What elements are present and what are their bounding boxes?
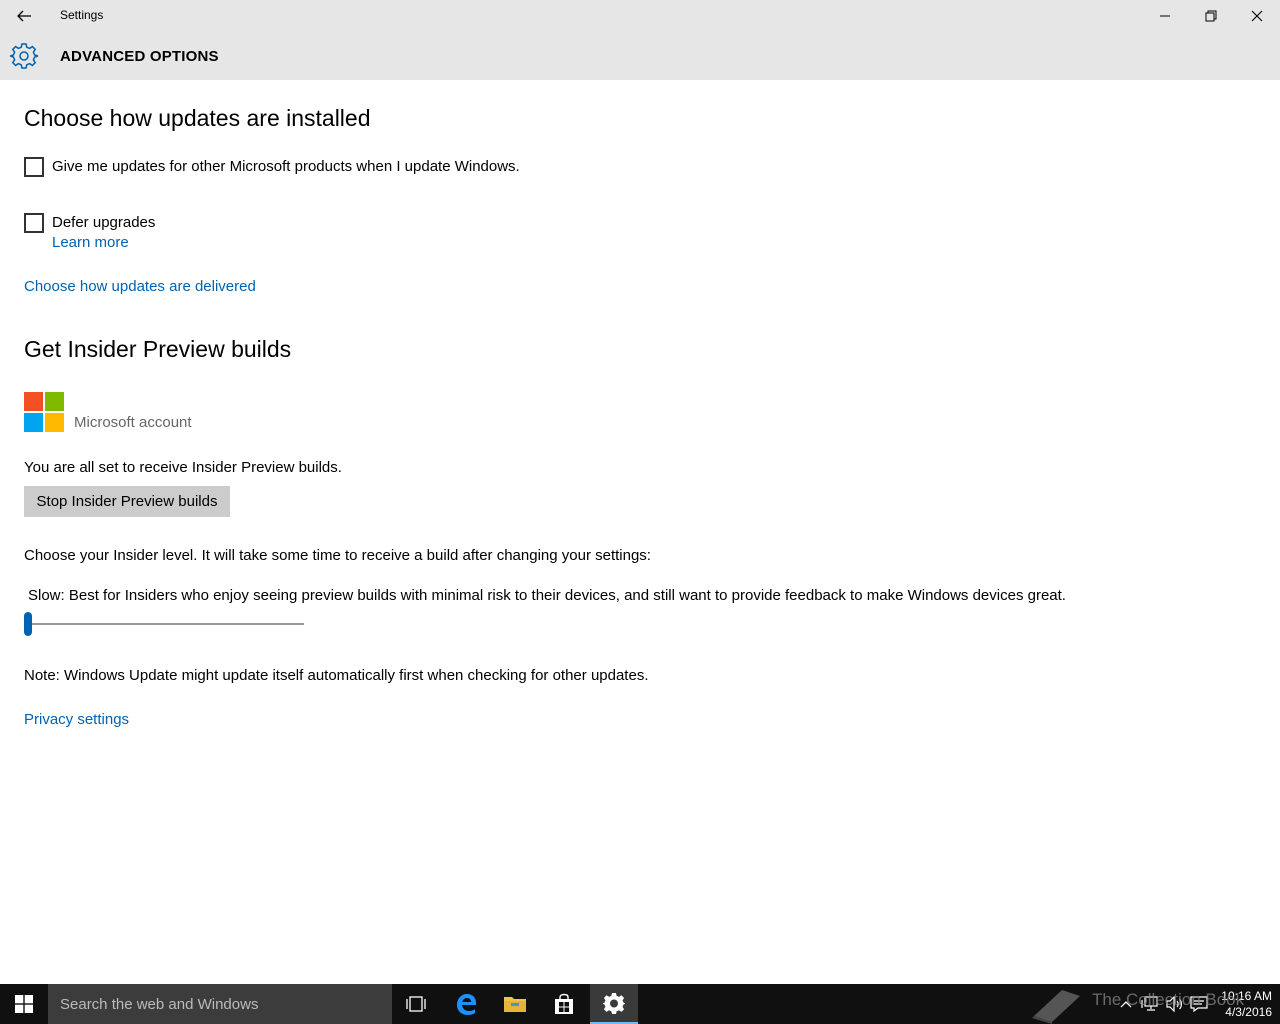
gear-icon: [10, 43, 38, 69]
watermark-text: The Collection Book: [1092, 990, 1245, 1009]
search-placeholder: Search the web and Windows: [60, 996, 259, 1013]
slider-track: [24, 623, 304, 625]
microsoft-logo-icon: [24, 392, 64, 432]
defer-upgrades-label: Defer upgrades: [52, 214, 156, 231]
back-arrow-icon: [17, 10, 31, 22]
edge-icon: [457, 994, 476, 1015]
delivery-link[interactable]: Choose how updates are delivered: [24, 278, 256, 295]
insider-level-prompt: Choose your Insider level. It will take …: [24, 547, 651, 564]
update-note: Note: Windows Update might update itself…: [24, 667, 649, 684]
task-view-button[interactable]: [392, 984, 440, 1024]
close-button[interactable]: [1234, 0, 1280, 32]
file-explorer-button[interactable]: [491, 984, 539, 1024]
stop-insider-button[interactable]: Stop Insider Preview builds: [24, 486, 230, 517]
learn-more-link[interactable]: Learn more: [52, 234, 129, 251]
store-bag-icon: [555, 993, 573, 1014]
other-products-checkbox[interactable]: [24, 157, 44, 177]
start-button[interactable]: [0, 984, 48, 1024]
folder-icon: [504, 997, 526, 1012]
insider-status-text: You are all set to receive Insider Previ…: [24, 459, 342, 476]
slider-thumb[interactable]: [24, 612, 32, 636]
privacy-settings-link[interactable]: Privacy settings: [24, 711, 129, 728]
page-header: ADVANCED OPTIONS: [0, 32, 1280, 80]
windows-logo-icon: [15, 995, 33, 1013]
store-button[interactable]: [540, 984, 588, 1024]
restore-icon: [1205, 10, 1217, 22]
page-title: ADVANCED OPTIONS: [60, 48, 219, 65]
edge-button[interactable]: [442, 984, 490, 1024]
defer-upgrades-checkbox[interactable]: [24, 213, 44, 233]
install-heading: Choose how updates are installed: [24, 105, 371, 131]
minimize-icon: [1160, 15, 1170, 17]
insider-level-slider[interactable]: [24, 612, 304, 636]
book-watermark-icon: [1032, 990, 1080, 1024]
gear-icon: [603, 993, 625, 1014]
task-view-icon: [406, 996, 426, 1012]
taskbar: Search the web and Windows 10:16 AM 4/3/…: [0, 984, 1280, 1024]
taskbar-search-box[interactable]: Search the web and Windows: [48, 984, 392, 1024]
settings-taskbar-button[interactable]: [590, 984, 638, 1024]
window-title: Settings: [60, 8, 104, 22]
back-button[interactable]: [0, 0, 48, 32]
other-products-label: Give me updates for other Microsoft prod…: [52, 158, 520, 175]
insider-level-description: Slow: Best for Insiders who enjoy seeing…: [28, 587, 1066, 604]
close-icon: [1251, 10, 1263, 22]
title-bar: Settings: [0, 0, 1280, 32]
account-label: Microsoft account: [74, 414, 192, 431]
insider-heading: Get Insider Preview builds: [24, 336, 292, 362]
restore-button[interactable]: [1188, 0, 1234, 32]
minimize-button[interactable]: [1142, 0, 1188, 32]
